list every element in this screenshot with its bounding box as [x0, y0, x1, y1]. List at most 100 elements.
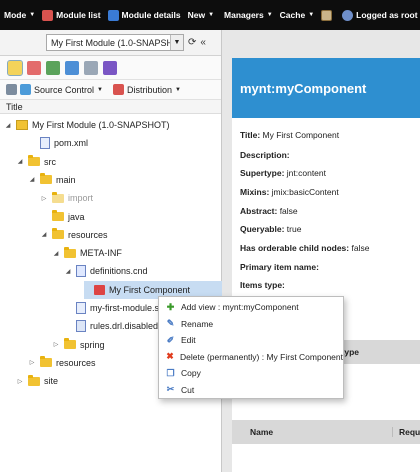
collapsed-arrow-icon[interactable]: ▷ [52, 341, 60, 348]
child-nodes-table-header: Name Requi [232, 420, 420, 444]
clipboard-button[interactable] [321, 9, 333, 21]
source-control-icon [6, 84, 17, 95]
tree-node-label: src [44, 156, 56, 167]
tree-node-label: import [68, 193, 94, 204]
context-menu: ✚ Add view : mynt:myComponent ✎ Rename ✐ Edit… [158, 296, 344, 399]
tree-node[interactable]: ▷ site [16, 372, 58, 390]
tree-node[interactable]: java [40, 208, 85, 226]
tree-node[interactable]: ▷ import [40, 189, 93, 207]
details-content: mynt:myComponent Title: My First Compone… [232, 58, 420, 472]
package-icon[interactable] [103, 60, 117, 75]
caret-down-icon: ▼ [175, 86, 181, 93]
collapsed-arrow-icon[interactable]: ▷ [16, 378, 24, 385]
expanded-arrow-icon[interactable]: ◢ [28, 176, 36, 183]
expanded-arrow-icon[interactable]: ◢ [16, 158, 24, 165]
module-list-button[interactable]: Module list [42, 9, 101, 21]
tree-node[interactable]: ▷ spring [52, 336, 105, 354]
refresh-icon[interactable]: ⟳ [188, 37, 196, 48]
tree-node[interactable]: ▷ resources [28, 354, 96, 372]
new-menu[interactable]: New ▼ [188, 10, 214, 20]
property-value: jnt:content [286, 168, 327, 178]
context-menu-item[interactable]: ❐ Copy [159, 365, 343, 382]
file-icon [76, 320, 86, 333]
details-panel: mynt:myComponent Title: My First Compone… [222, 30, 420, 472]
tree-node-label: rules.drl.disabled [90, 321, 159, 332]
expanded-arrow-icon[interactable]: ◢ [4, 122, 12, 129]
managers-menu[interactable]: Managers ▼ [224, 10, 273, 20]
node-type-icon [94, 284, 105, 295]
tree-node-label: META-INF [80, 248, 122, 259]
context-menu-label: Delete (permanently) : My First Componen… [180, 351, 343, 362]
context-menu-label: Cut [181, 384, 195, 395]
folder-icon [28, 155, 40, 167]
context-menu-item[interactable]: ✎ Rename [159, 316, 343, 333]
tree-node[interactable]: my-first-module.s [64, 299, 159, 317]
property-row: Primary item name: [240, 262, 319, 272]
context-menu-item[interactable]: ✚ Add view : mynt:myComponent [159, 299, 343, 316]
tools-icon[interactable] [84, 60, 98, 75]
property-label: Mixins: [240, 187, 270, 197]
context-menu-item[interactable]: ✂ Cut [159, 382, 343, 399]
file-icon [40, 137, 50, 150]
tree-node[interactable]: pom.xml [28, 134, 88, 152]
tree-node[interactable]: ◢ main [28, 171, 76, 189]
tree-node[interactable]: rules.drl.disabled [64, 317, 158, 335]
folder-icon [40, 173, 52, 185]
caret-down-icon: ▼ [266, 12, 273, 18]
file-icon [76, 302, 86, 314]
collapsed-arrow-icon[interactable]: ▷ [40, 195, 48, 202]
module-select[interactable]: My First Module (1.0-SNAPSHOT ▼ [46, 34, 184, 51]
property-label: Items type: [240, 280, 285, 290]
expanded-arrow-icon[interactable]: ◢ [64, 268, 72, 275]
tree-node-label: definitions.cnd [90, 266, 148, 277]
property-label: Description: [240, 150, 290, 160]
mode-menu[interactable]: Mode ▼ [4, 10, 35, 20]
tree-node-label: main [56, 174, 76, 185]
folder-icon [64, 246, 76, 258]
cut-icon: ✂ [166, 384, 175, 395]
chevron-down-icon[interactable]: ▼ [170, 35, 183, 50]
caret-down-icon: ▼ [208, 12, 215, 18]
expanded-arrow-icon[interactable]: ◢ [40, 231, 48, 238]
tree-node[interactable]: ◢ My First Module (1.0-SNAPSHOT) [4, 116, 170, 134]
module-details-icon [107, 9, 119, 21]
property-value: true [286, 224, 302, 234]
module-details-button[interactable]: Module details [107, 9, 181, 21]
cache-menu[interactable]: Cache ▼ [280, 10, 314, 20]
rename-icon: ✎ [166, 318, 175, 329]
tree-node-label: java [68, 211, 85, 222]
templates-icon[interactable] [46, 60, 60, 75]
module-selector-row: My First Module (1.0-SNAPSHOT ▼ ⟳ « [0, 30, 221, 56]
context-menu-item[interactable]: ✐ Edit [159, 332, 343, 349]
user-menu[interactable]: Logged as root▼ [342, 9, 420, 21]
folder-icon [28, 374, 40, 386]
users-icon[interactable] [65, 60, 79, 75]
expanded-arrow-icon[interactable]: ◢ [52, 250, 60, 257]
folder-icon [52, 210, 64, 221]
source-control-menu[interactable]: Source Control ▼ [6, 84, 103, 95]
definitions-icon[interactable] [27, 60, 41, 75]
property-value: My First Component [262, 130, 340, 140]
tree-column-header[interactable]: Title [0, 100, 221, 114]
caret-down-icon: ▼ [97, 86, 103, 93]
collapsed-arrow-icon[interactable]: ▷ [28, 359, 36, 366]
source-toolbar: Source Control ▼ Distribution ▼ [0, 80, 221, 100]
module-list-icon [42, 9, 54, 21]
tree-node[interactable]: ◢ src [16, 153, 56, 171]
distribution-menu[interactable]: Distribution ▼ [112, 84, 181, 95]
collapse-panel-icon[interactable]: « [200, 37, 206, 48]
property-row: Queryable: true [240, 224, 301, 234]
tree-node-label: pom.xml [54, 138, 89, 149]
property-row: Mixins: jmix:basicContent [240, 187, 339, 197]
file-browser-icon[interactable] [7, 59, 23, 76]
property-label: Abstract: [240, 206, 278, 216]
tree-node[interactable]: ◢ definitions.cnd [64, 262, 148, 280]
caret-down-icon: ▼ [308, 12, 315, 18]
caret-down-icon: ▼ [29, 12, 36, 18]
tree-node[interactable]: ◢ META-INF [52, 244, 122, 262]
tree-node[interactable]: ◢ resources [40, 226, 108, 244]
context-menu-item[interactable]: ✖ Delete (permanently) : My First Compone… [159, 349, 343, 366]
tree-node-label: resources [56, 357, 96, 368]
top-menu-bar: Mode ▼ Module list Module details New ▼ Ma… [0, 0, 420, 30]
property-row: Title: My First Component [240, 130, 339, 140]
